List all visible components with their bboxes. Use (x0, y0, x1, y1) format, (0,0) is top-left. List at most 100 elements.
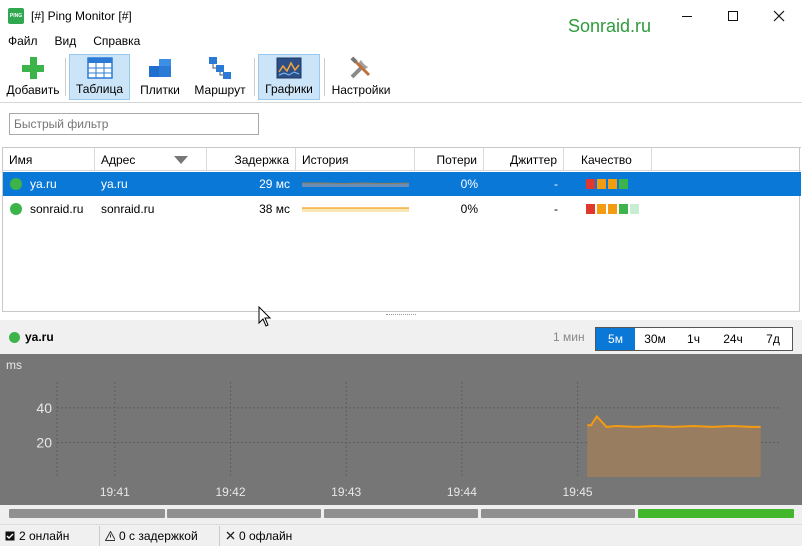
range-1min-label[interactable]: 1 мин (553, 330, 585, 344)
host-loss: 0% (460, 202, 478, 216)
status-offline: 0 офлайн (220, 526, 330, 546)
table-row[interactable]: sonraid.ru sonraid.ru 38 мс 0% - (3, 197, 801, 221)
menu-help[interactable]: Справка (85, 34, 149, 48)
toolbar-separator (254, 58, 255, 96)
window-title: [#] Ping Monitor [#] (31, 9, 132, 23)
panel-splitter[interactable] (386, 314, 416, 316)
app-icon-text: PING (9, 13, 23, 19)
range-7d-button[interactable]: 7д (754, 328, 792, 350)
quality-indicator (564, 197, 652, 221)
status-delayed: 0 с задержкой (100, 525, 220, 546)
series-line (587, 414, 761, 428)
add-button[interactable]: Добавить (4, 54, 62, 100)
checkbox-icon (5, 531, 15, 541)
host-name: sonraid.ru (30, 202, 84, 216)
timeline-segment (481, 509, 635, 518)
minimize-icon (682, 15, 692, 17)
settings-label: Настройки (331, 83, 391, 97)
timeline-segment-online (638, 509, 794, 518)
x-tick-label: 19:41 (100, 485, 130, 499)
table-view-button[interactable]: Таблица (69, 54, 130, 100)
quality-bars (570, 179, 628, 189)
quick-filter-input[interactable] (9, 113, 259, 135)
timeline-segment (167, 509, 321, 518)
maximize-icon (728, 11, 738, 21)
route-view-button[interactable]: Маршрут (190, 54, 250, 100)
warning-icon (105, 530, 115, 541)
column-address-label: Адрес (101, 152, 136, 167)
offline-icon (225, 531, 235, 541)
host-name-cell: sonraid.ru (3, 197, 95, 221)
timeline-scrollbar[interactable] (0, 505, 802, 524)
menu-file[interactable]: Файл (0, 34, 47, 48)
tiles-icon (146, 55, 174, 81)
y-tick-label: 40 (36, 400, 52, 416)
menu-bar: Файл Вид Справка (0, 32, 802, 50)
host-jitter: - (554, 177, 558, 191)
mouse-cursor-icon (258, 306, 272, 327)
timeline-segment (324, 509, 478, 518)
column-quality[interactable]: Качество (564, 148, 652, 171)
y-tick-label: 20 (36, 434, 52, 450)
sort-descending-icon (174, 156, 188, 164)
host-latency: 38 мс (259, 202, 290, 216)
online-count: 2 онлайн (19, 528, 70, 543)
graphs-view-button[interactable]: Графики (258, 54, 320, 100)
tiles-view-button[interactable]: Плитки (134, 54, 186, 100)
column-latency[interactable]: Задержка (207, 148, 296, 171)
range-1h-button[interactable]: 1ч (675, 328, 712, 350)
quality-bar (608, 204, 617, 214)
close-button[interactable] (756, 0, 802, 32)
quality-bar (630, 204, 639, 214)
menu-view[interactable]: Вид (47, 34, 86, 48)
column-history[interactable]: История (296, 148, 415, 171)
x-tick-label: 19:44 (447, 485, 477, 499)
column-jitter[interactable]: Джиттер (484, 148, 564, 171)
app-icon: PING (8, 8, 24, 24)
toolbar-separator (324, 58, 325, 96)
quality-indicator (564, 172, 652, 196)
status-online: 2 онлайн (0, 525, 100, 546)
status-dot-icon (9, 332, 20, 343)
host-jitter: - (554, 202, 558, 216)
host-address: ya.ru (101, 177, 128, 191)
history-sparkline (296, 197, 415, 221)
quality-bar (586, 179, 595, 189)
quality-bar (608, 179, 617, 189)
route-view-label: Маршрут (194, 83, 246, 97)
timeline-segment (9, 509, 165, 518)
toolbar-separator (65, 58, 66, 96)
status-dot-icon (10, 203, 22, 215)
tools-icon (347, 55, 375, 81)
column-address[interactable]: Адрес (95, 148, 207, 171)
table-row[interactable]: ya.ru ya.ru 29 мс 0% - (3, 172, 801, 196)
quality-bar (619, 179, 628, 189)
latency-chart: ms 20 40 19:41 19:42 19:43 19:44 19:45 (0, 354, 802, 505)
settings-button[interactable]: Настройки (329, 54, 393, 100)
x-tick-label: 19:45 (563, 485, 593, 499)
quality-bar (597, 179, 606, 189)
quality-bar (597, 204, 606, 214)
toolbar-divider (0, 102, 802, 103)
quality-bar (619, 204, 628, 214)
column-name[interactable]: Имя (3, 148, 95, 171)
graph-icon (275, 55, 303, 80)
route-icon (206, 55, 234, 81)
hosts-table: Имя Адрес Задержка История Потери Джитте… (2, 147, 801, 312)
close-icon (773, 10, 785, 22)
host-name: ya.ru (30, 177, 57, 191)
y-axis-label: ms (6, 358, 22, 372)
history-sparkline (296, 172, 415, 196)
tiles-view-label: Плитки (140, 83, 180, 97)
minimize-button[interactable] (664, 0, 710, 32)
column-loss[interactable]: Потери (415, 148, 484, 171)
host-loss: 0% (460, 177, 478, 191)
range-24h-button[interactable]: 24ч (712, 328, 754, 350)
offline-count: 0 офлайн (239, 528, 293, 543)
maximize-button[interactable] (710, 0, 756, 32)
detail-header: ya.ru 1 мин 5м 30м 1ч 24ч 7д (0, 320, 802, 354)
range-5m-button[interactable]: 5м (596, 328, 635, 350)
range-30m-button[interactable]: 30м (635, 328, 675, 350)
quality-bar (586, 204, 595, 214)
delayed-count: 0 с задержкой (119, 528, 198, 543)
